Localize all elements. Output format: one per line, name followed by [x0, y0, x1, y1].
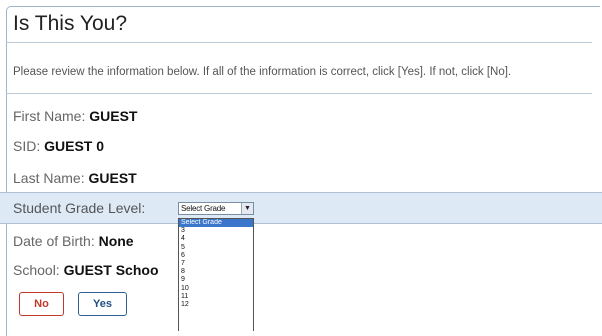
grade-option[interactable]: 8 — [179, 268, 253, 276]
first-name-label: First Name: — [13, 108, 86, 124]
grade-option[interactable]: 11 — [179, 293, 253, 301]
grade-option[interactable]: 12 — [179, 301, 253, 309]
first-name-value: GUEST — [89, 108, 138, 124]
school-field: School: GUEST Schoo — [13, 262, 159, 278]
school-value: GUEST Schoo — [63, 262, 159, 278]
yes-button[interactable]: Yes — [78, 292, 127, 316]
page-title: Is This You? — [13, 12, 128, 35]
sid-label: SID: — [13, 138, 41, 154]
last-name-value: GUEST — [88, 170, 137, 186]
date-of-birth-label: Date of Birth: — [13, 233, 95, 249]
grade-option[interactable]: 10 — [179, 285, 253, 293]
instructions-text: Please review the information below. If … — [13, 66, 512, 78]
grade-level-selected-value: Select Grade — [181, 204, 226, 213]
last-name-field: Last Name: GUEST — [13, 170, 137, 186]
title-divider — [6, 42, 592, 43]
grade-level-select[interactable]: Select Grade ▼ — [178, 202, 254, 215]
date-of-birth-field: Date of Birth: None — [13, 233, 134, 249]
no-button[interactable]: No — [19, 292, 64, 316]
school-label: School: — [13, 262, 60, 278]
grade-option[interactable]: Select Grade — [179, 219, 253, 228]
grade-option[interactable]: 6 — [179, 252, 253, 260]
sid-field: SID: GUEST 0 — [13, 138, 104, 154]
grade-option[interactable]: 9 — [179, 276, 253, 284]
instructions-divider — [6, 93, 592, 94]
grade-option[interactable]: 4 — [179, 235, 253, 243]
grade-level-row: Student Grade Level: Select Grade ▼ — [0, 192, 602, 224]
first-name-field: First Name: GUEST — [13, 108, 137, 124]
grade-level-label: Student Grade Level: — [13, 200, 146, 216]
last-name-label: Last Name: — [13, 170, 85, 186]
sid-value: GUEST 0 — [44, 138, 105, 154]
date-of-birth-value: None — [98, 233, 134, 249]
grade-option[interactable]: 3 — [179, 227, 253, 235]
grade-option[interactable]: 7 — [179, 260, 253, 268]
grade-option[interactable]: 5 — [179, 244, 253, 252]
chevron-down-icon[interactable]: ▼ — [241, 203, 253, 214]
grade-level-dropdown-list[interactable]: Select Grade 3 4 5 6 7 8 9 10 11 12 — [178, 218, 254, 331]
